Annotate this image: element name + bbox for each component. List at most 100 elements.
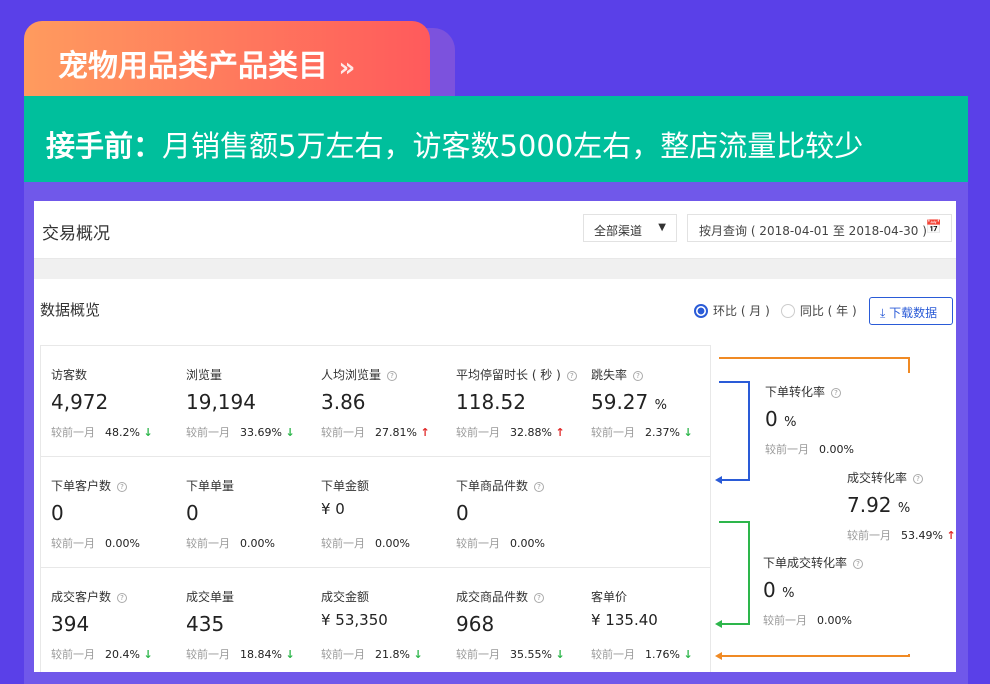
radio-mom-label[interactable]: 环比 ( 月 ): [713, 302, 770, 319]
metric-compare: 较前一月 35.55% ↓: [456, 646, 581, 662]
metric-cell: 成交单量 435 较前一月 18.84% ↓: [176, 568, 311, 672]
metric-label: 下单转化率?: [765, 383, 955, 400]
radio-yoy[interactable]: [780, 303, 795, 318]
compare-pct: 35.55%: [510, 648, 552, 661]
trade-overview-screenshot: 交易概况 全部渠道 ▼ 按月查询 ( 2018-04-01 至 2018-04-3…: [34, 201, 956, 672]
conversion-cell: 下单成交转化率? 0 % 较前一月 0.00%: [763, 544, 953, 654]
arrow-head-green: [715, 620, 722, 628]
arrow-down-icon: ↓: [143, 426, 153, 439]
metric-cell: 平均停留时长 ( 秒 )? 118.52 较前一月 32.88% ↑: [446, 346, 581, 456]
help-icon[interactable]: ?: [117, 482, 128, 492]
metric-label: 成交转化率?: [847, 469, 956, 486]
metric-value: 435: [186, 612, 311, 639]
metric-value-text: 0: [456, 501, 469, 525]
metric-label-text: 访客数: [51, 368, 88, 382]
help-icon[interactable]: ?: [387, 371, 398, 381]
metric-label-text: 成交金额: [321, 590, 370, 604]
compare-label: 较前一月: [456, 426, 500, 439]
metric-value: 118.52: [456, 390, 581, 417]
metric-compare: 较前一月 21.8% ↓: [321, 646, 446, 662]
help-icon[interactable]: ?: [534, 482, 545, 492]
help-icon[interactable]: ?: [831, 388, 842, 398]
help-icon[interactable]: ?: [633, 371, 644, 381]
compare-label: 较前一月: [186, 648, 230, 661]
metric-value-text: 0: [51, 501, 64, 525]
metric-compare: 较前一月 48.2% ↓: [51, 424, 176, 440]
metric-value: 0: [186, 501, 311, 528]
metrics-row: 成交客户数? 394 较前一月 20.4% ↓ 成交单量 435 较前一月 18.84% ↓ 成…: [41, 568, 710, 672]
metric-label: 成交金额: [321, 588, 446, 605]
calendar-icon: 📅: [925, 220, 942, 235]
compare-pct: 0.00%: [817, 614, 852, 627]
channel-select[interactable]: 全部渠道 ▼: [583, 214, 677, 242]
help-icon[interactable]: ?: [117, 593, 128, 603]
arrow-down-icon: ↓: [683, 426, 693, 439]
metric-value: ¥ 53,350: [321, 611, 446, 639]
arrow-up-icon: ↑: [555, 426, 565, 439]
arrow-head-blue: [715, 476, 722, 484]
arrow-down-icon: ↓: [143, 648, 153, 661]
metric-value: 7.92 %: [847, 493, 956, 520]
metric-cell: 下单金额 ¥ 0 较前一月 0.00%: [311, 457, 446, 567]
metrics-row: 下单客户数? 0 较前一月 0.00% 下单单量 0 较前一月 0.00% 下单金额 ¥ 0 较前一…: [41, 457, 710, 568]
help-icon[interactable]: ?: [913, 474, 924, 484]
blue-flow-line: [719, 381, 750, 481]
download-icon: ⤓: [880, 306, 886, 320]
arrow-down-icon: ↓: [285, 426, 295, 439]
metric-value-text: 394: [51, 612, 90, 636]
metric-compare: 较前一月 53.49% ↑: [847, 527, 956, 543]
before-banner: 接手前：月销售额5万左右，访客数5000左右，整店流量比较少: [24, 96, 968, 182]
section-title: 数据概览: [40, 301, 101, 319]
metric-label-text: 下单转化率: [765, 385, 826, 399]
metric-value: 19,194: [186, 390, 311, 417]
radio-yoy-label[interactable]: 同比 ( 年 ): [800, 302, 857, 319]
arrow-down-icon: ↓: [683, 648, 693, 661]
metric-label-text: 成交单量: [186, 590, 235, 604]
metric-compare: 较前一月 18.84% ↓: [186, 646, 311, 662]
metric-label-text: 下单客户数: [51, 479, 112, 493]
compare-label: 较前一月: [456, 537, 500, 550]
metric-value: 0: [51, 501, 176, 528]
metric-cell: 成交客户数? 394 较前一月 20.4% ↓: [41, 568, 176, 672]
metric-label-text: 成交客户数: [51, 590, 112, 604]
metric-label-text: 浏览量: [186, 368, 223, 382]
metric-compare: 较前一月 33.69% ↓: [186, 424, 311, 440]
metric-label: 平均停留时长 ( 秒 )?: [456, 366, 581, 383]
metric-label: 成交单量: [186, 588, 311, 605]
metric-cell: 下单客户数? 0 较前一月 0.00%: [41, 457, 176, 567]
compare-label: 较前一月: [763, 614, 807, 627]
metric-label-text: 下单金额: [321, 479, 370, 493]
compare-label: 较前一月: [321, 648, 365, 661]
metric-label-text: 跳失率: [591, 368, 628, 382]
compare-pct: 33.69%: [240, 426, 282, 439]
metric-label-text: 成交转化率: [847, 471, 908, 485]
date-range-picker[interactable]: 按月查询 ( 2018-04-01 至 2018-04-30 ) 📅: [687, 214, 952, 242]
metric-value-text: 3.86: [321, 390, 366, 414]
compare-pct: 48.2%: [105, 426, 140, 439]
before-label: 接手前：: [46, 129, 163, 163]
metric-label: 下单商品件数?: [456, 477, 581, 494]
unit: %: [784, 415, 797, 430]
help-icon[interactable]: ?: [566, 371, 577, 381]
metric-value: 0: [456, 501, 581, 528]
metric-value-text: 435: [186, 612, 225, 636]
compare-pct: 0.00%: [105, 537, 140, 550]
compare-label: 较前一月: [765, 443, 809, 456]
metric-cell: 访客数 4,972 较前一月 48.2% ↓: [41, 346, 176, 456]
metric-value: 394: [51, 612, 176, 639]
metric-compare: 较前一月 0.00%: [321, 535, 446, 551]
metric-cell: 下单单量 0 较前一月 0.00%: [176, 457, 311, 567]
compare-pct: 53.49%: [901, 529, 943, 542]
help-icon[interactable]: ?: [853, 559, 864, 569]
radio-mom[interactable]: [694, 303, 708, 318]
compare-pct: 21.8%: [375, 648, 410, 661]
compare-pct: 32.88%: [510, 426, 552, 439]
metric-value-text: 59.27: [591, 390, 649, 414]
metric-value: 0 %: [765, 407, 955, 434]
compare-pct: 0.00%: [510, 537, 545, 550]
download-button[interactable]: ⤓ 下载数据: [869, 297, 953, 325]
metric-value-text: ¥ 135.40: [591, 611, 658, 629]
metric-value: ¥ 135.40: [591, 611, 716, 639]
help-icon[interactable]: ?: [534, 593, 545, 603]
unit: %: [782, 586, 795, 601]
